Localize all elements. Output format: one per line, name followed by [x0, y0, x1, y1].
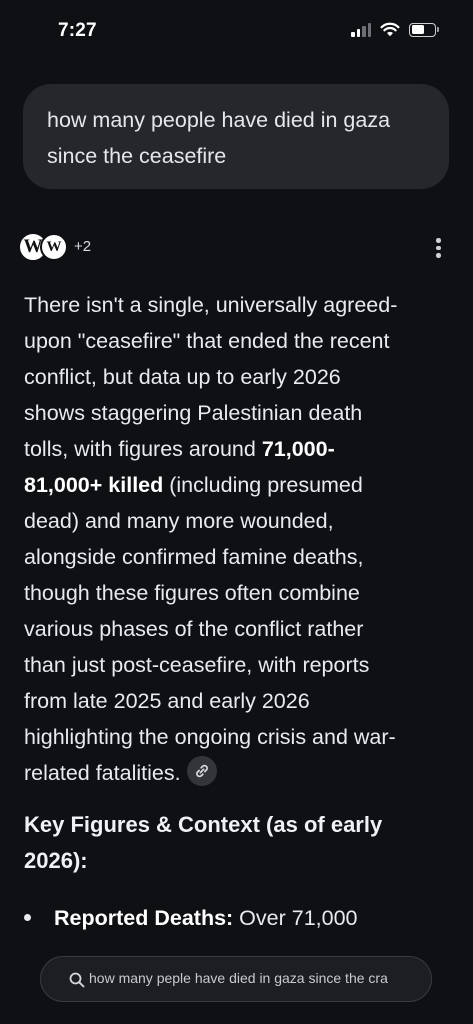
sources-extra-count[interactable]: +2	[74, 238, 91, 255]
answer-line: upon "ceasefire" that ended the recent	[24, 329, 390, 353]
heading-line: Key Figures & Context (as of early	[24, 812, 383, 837]
link-icon	[195, 765, 208, 778]
answer-line: conflict, but data up to early 2026	[24, 365, 341, 389]
user-query-text: how many people have died in gaza since …	[47, 108, 391, 168]
answer-line: shows staggering Palestinian death	[24, 401, 363, 425]
search-icon	[69, 972, 85, 988]
status-time: 7:27	[58, 20, 97, 41]
answer-line: related fatalities.	[24, 755, 452, 791]
answer-line: alongside confirmed famine deaths,	[24, 545, 364, 569]
answer-line: tolls, with figures around 71,000-	[24, 431, 452, 467]
answer-text: related fatalities.	[24, 761, 181, 785]
answer-line: highlighting the ongoing crisis and war-	[24, 725, 396, 749]
answer-bold-figure: 71,000-	[261, 437, 335, 461]
status-icons	[351, 22, 439, 37]
bullet-icon	[24, 914, 31, 921]
battery-icon	[409, 22, 439, 37]
search-query-pill[interactable]: how many peple have died in gaza since t…	[40, 956, 432, 1002]
answer-line: though these figures often combine	[24, 581, 360, 605]
cellular-signal-icon	[351, 22, 371, 37]
user-query-bubble: how many people have died in gaza since …	[23, 84, 449, 189]
answer-line: dead) and many more wounded,	[24, 509, 334, 533]
heading-line: 2026):	[24, 848, 88, 873]
wifi-icon	[380, 22, 400, 37]
answer-paragraph: There isn't a single, universally agreed…	[24, 287, 452, 791]
answer-line: from late 2025 and early 2026	[24, 689, 310, 713]
answer-line: various phases of the conflict rather	[24, 617, 364, 641]
source-link-button[interactable]	[186, 756, 217, 787]
bullet-value: Over 71,000	[233, 906, 358, 930]
bullet-label: Reported Deaths:	[54, 906, 234, 930]
status-bar: 7:27	[0, 0, 473, 64]
answer-line: There isn't a single, universally agreed…	[24, 293, 398, 317]
source-icons[interactable]: W W	[18, 232, 72, 264]
key-figures-heading: Key Figures & Context (as of early 2026)…	[24, 807, 444, 879]
answer-line: 81,000+ killed (including presumed	[24, 467, 452, 503]
bullet-text: Reported Deaths: Over 71,000	[54, 900, 358, 936]
wikipedia-icon: W	[40, 233, 68, 261]
more-vert-icon	[436, 238, 441, 243]
answer-text: (including presumed	[163, 473, 363, 497]
answer-text: tolls, with figures around	[24, 437, 262, 461]
answer-line: than just post-ceasefire, with reports	[24, 653, 370, 677]
answer-bold-figure: 81,000+ killed	[24, 473, 164, 497]
search-query-text[interactable]: how many peple have died in gaza since t…	[89, 970, 419, 986]
sources-row[interactable]: W W +2	[18, 232, 458, 264]
more-options-button[interactable]	[436, 238, 442, 260]
